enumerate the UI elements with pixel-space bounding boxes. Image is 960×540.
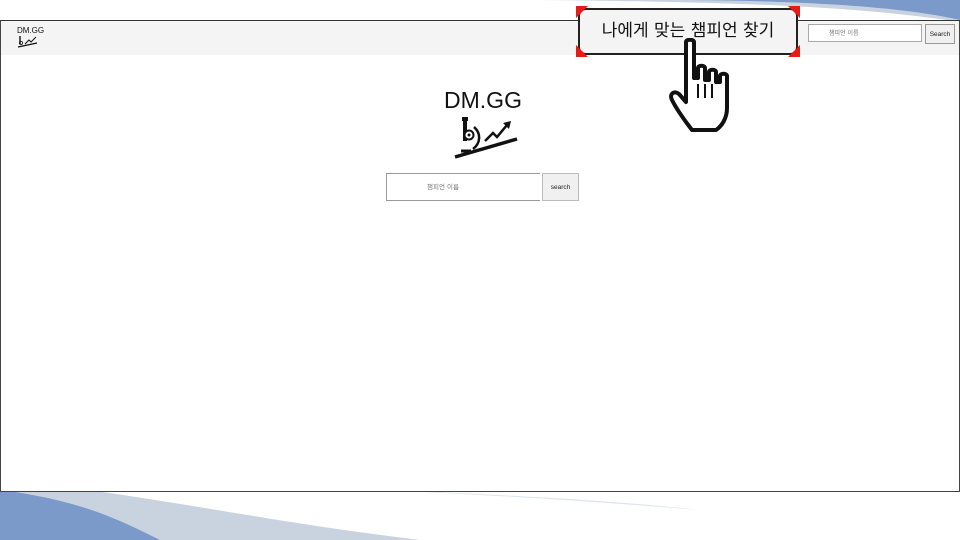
main-search-button[interactable]: search [542, 173, 579, 201]
highlight-corner-marker [788, 45, 800, 57]
header-search-button[interactable]: Search [925, 24, 955, 44]
microscope-chart-icon [454, 117, 518, 159]
main-logo-text: DM.GG [444, 87, 522, 113]
slide: DM.GG Search DM.GG [0, 0, 960, 540]
header-logo[interactable]: DM.GG [17, 26, 47, 50]
microscope-chart-icon [17, 36, 38, 48]
highlight-corner-marker [788, 6, 800, 18]
main-search-input[interactable] [386, 173, 540, 201]
header-logo-text: DM.GG [17, 26, 45, 35]
header-search-input[interactable] [808, 24, 922, 42]
highlight-corner-marker [576, 6, 588, 18]
browser-window: DM.GG Search DM.GG [0, 20, 960, 492]
top-navigation-bar: DM.GG Search [1, 21, 959, 55]
main-logo: DM.GG [437, 87, 529, 161]
hand-pointer-icon [669, 38, 729, 132]
highlight-corner-marker [576, 45, 588, 57]
